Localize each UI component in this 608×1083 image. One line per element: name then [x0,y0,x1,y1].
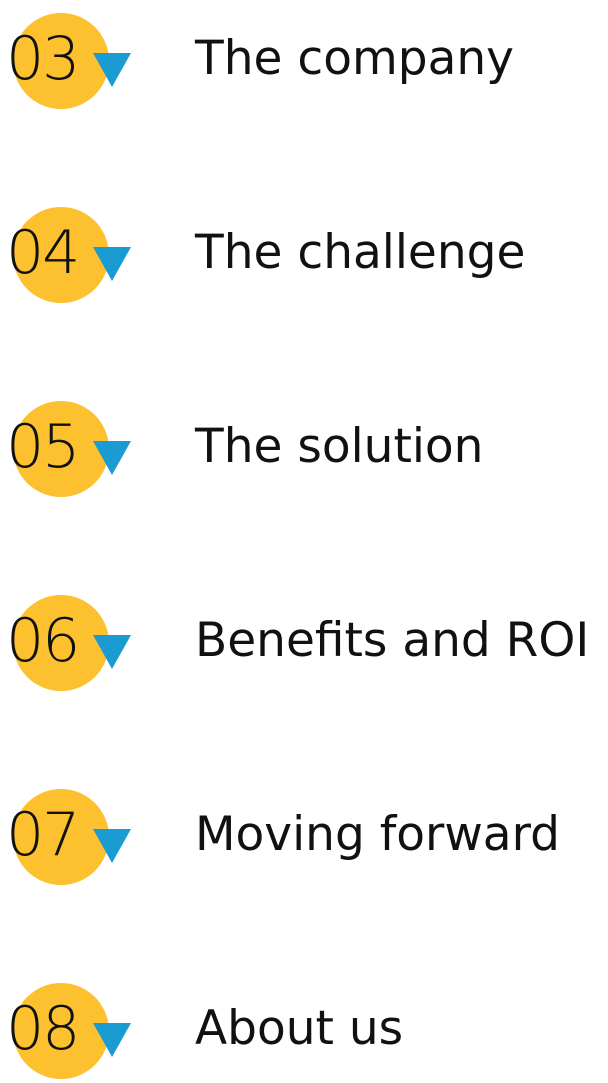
section-title: The company [195,31,514,86]
toc-item-the-company[interactable]: 03 The company [0,13,608,113]
section-number: 05 [6,412,80,482]
toc-item-about-us[interactable]: 08 About us [0,983,608,1083]
section-number: 08 [6,994,80,1064]
toc-item-moving-forward[interactable]: 07 Moving forward [0,789,608,889]
section-title: The challenge [195,225,526,280]
section-number: 07 [6,800,80,870]
toc-item-benefits-and-roi[interactable]: 06 Benefits and ROI [0,595,608,695]
section-number: 06 [6,606,80,676]
toc-item-the-challenge[interactable]: 04 The challenge [0,207,608,307]
table-of-contents: 03 The company 04 The challenge 05 The s… [0,0,608,1079]
section-title: Moving forward [195,807,560,862]
section-title: Benefits and ROI [195,613,590,668]
section-title: About us [195,1001,404,1056]
blue-triangle-icon [93,247,131,281]
toc-item-the-solution[interactable]: 05 The solution [0,401,608,501]
blue-triangle-icon [93,635,131,669]
blue-triangle-icon [93,53,131,87]
blue-triangle-icon [93,441,131,475]
section-number: 04 [6,218,80,288]
blue-triangle-icon [93,829,131,863]
section-title: The solution [195,419,484,474]
blue-triangle-icon [93,1023,131,1057]
section-number: 03 [6,24,80,94]
